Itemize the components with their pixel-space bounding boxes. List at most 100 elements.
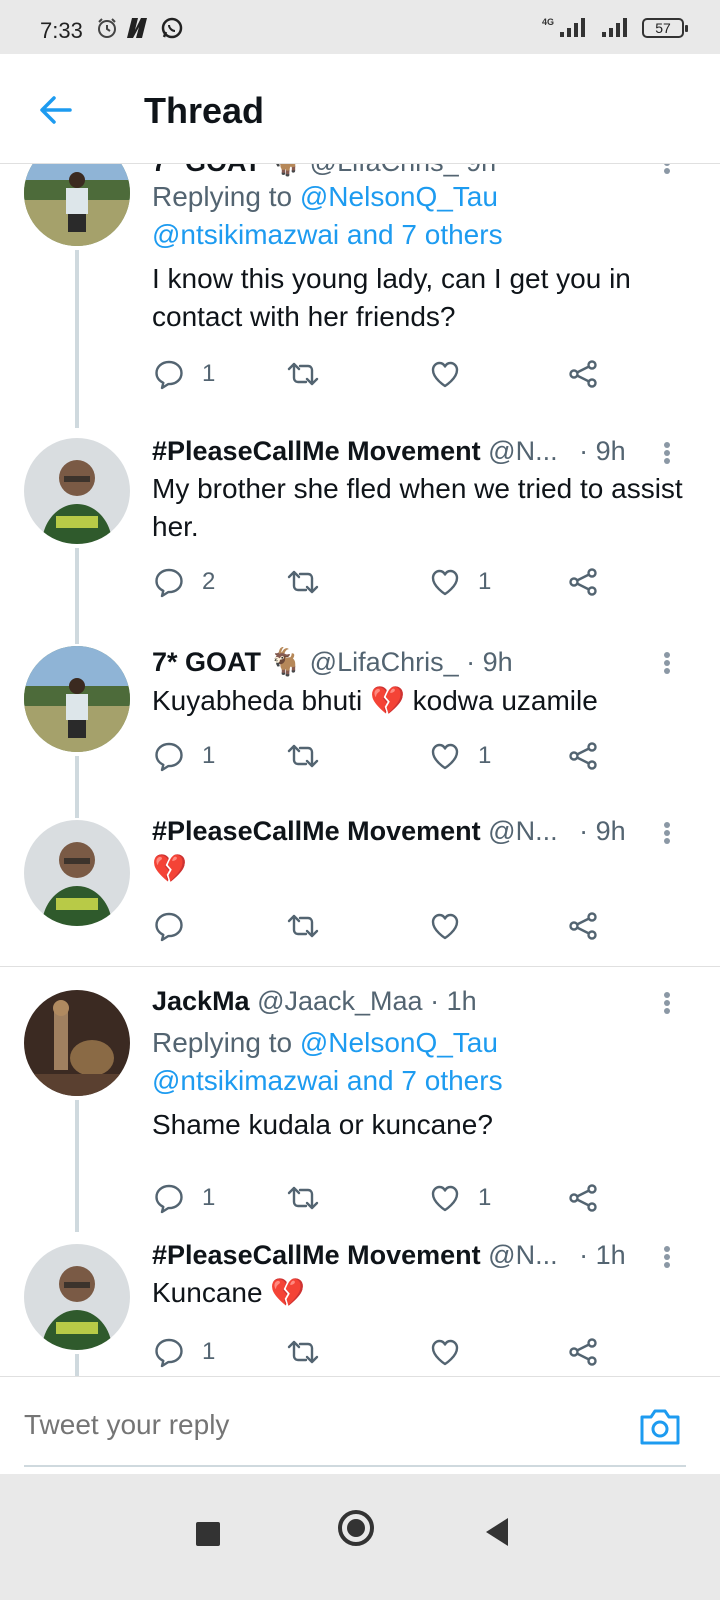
replying-to: Replying to @NelsonQ_Tau @ntsikimazwai a… bbox=[152, 178, 503, 254]
avatar[interactable] bbox=[24, 990, 130, 1096]
thread-list[interactable]: 7* GOAT 🐐 @LifaChris_ 9h Replying to @Ne… bbox=[0, 164, 720, 1376]
reply-button[interactable]: 1 bbox=[152, 354, 215, 394]
avatar[interactable] bbox=[24, 1244, 130, 1350]
display-name[interactable]: #PleaseCallMe Movement bbox=[152, 1240, 481, 1270]
mention-others-link[interactable]: @ntsikimazwai and 7 others bbox=[152, 1065, 503, 1096]
user-handle[interactable]: @N... bbox=[488, 436, 557, 466]
like-button[interactable] bbox=[428, 906, 462, 946]
retweet-button[interactable] bbox=[286, 906, 320, 946]
display-name[interactable]: #PleaseCallMe Movement bbox=[152, 436, 481, 466]
retweet-button[interactable] bbox=[286, 736, 320, 776]
netflix-n-icon bbox=[127, 18, 147, 38]
reply-input[interactable] bbox=[24, 1405, 584, 1445]
more-options-icon[interactable] bbox=[660, 818, 674, 848]
mention-link[interactable]: @NelsonQ_Tau bbox=[300, 181, 498, 212]
more-options-icon[interactable] bbox=[660, 1242, 674, 1272]
reply-bar bbox=[0, 1376, 720, 1474]
reply-button[interactable] bbox=[152, 906, 186, 946]
like-count: 1 bbox=[478, 1184, 492, 1211]
retweet-button[interactable] bbox=[286, 354, 320, 394]
display-name[interactable]: #PleaseCallMe Movement bbox=[152, 816, 481, 846]
broken-heart-emoji: 💔 bbox=[369, 685, 405, 716]
like-button[interactable]: 1 bbox=[428, 562, 491, 602]
comment-icon bbox=[155, 742, 183, 772]
thread-connector bbox=[75, 756, 79, 818]
thread-connector bbox=[75, 250, 79, 428]
display-name[interactable]: JackMa bbox=[152, 986, 250, 1016]
back-button[interactable] bbox=[36, 90, 76, 130]
share-button[interactable] bbox=[566, 906, 600, 946]
mention-others-link[interactable]: @ntsikimazwai and 7 others bbox=[152, 219, 503, 250]
goat-emoji: 🐐 bbox=[268, 647, 303, 677]
tweet-actions: 1 bbox=[152, 1332, 622, 1372]
reply-button[interactable]: 1 bbox=[152, 736, 215, 776]
heart-icon bbox=[431, 1339, 459, 1366]
reply-button[interactable]: 2 bbox=[152, 562, 215, 602]
page-title: Thread bbox=[144, 90, 265, 131]
status-time: 7:33 bbox=[40, 18, 83, 43]
avatar[interactable] bbox=[24, 820, 130, 926]
share-button[interactable] bbox=[566, 1332, 600, 1372]
tweet-header: JackMa @Jaack_Maa · 1h bbox=[152, 986, 477, 1017]
reply-count: 1 bbox=[202, 742, 216, 769]
system-nav-bar bbox=[0, 1474, 720, 1600]
share-button[interactable] bbox=[566, 354, 600, 394]
user-handle[interactable]: @Jaack_Maa bbox=[257, 986, 422, 1016]
like-button[interactable] bbox=[428, 354, 462, 394]
recents-button[interactable] bbox=[196, 1522, 220, 1546]
share-button[interactable] bbox=[566, 736, 600, 776]
tweet-time: · 1h bbox=[579, 1240, 626, 1270]
like-button[interactable]: 1 bbox=[428, 1178, 491, 1218]
share-button[interactable] bbox=[566, 1178, 600, 1218]
more-options-icon[interactable] bbox=[660, 648, 674, 678]
avatar[interactable] bbox=[24, 438, 130, 544]
battery-level: 57 bbox=[655, 20, 671, 36]
comment-icon bbox=[155, 912, 183, 942]
reply-button[interactable]: 1 bbox=[152, 1332, 215, 1372]
retweet-button[interactable] bbox=[286, 1178, 320, 1218]
more-options-icon[interactable] bbox=[660, 988, 674, 1018]
back-nav-button[interactable] bbox=[486, 1518, 508, 1546]
display-name[interactable]: 7* GOAT bbox=[152, 164, 261, 177]
avatar-photo-icon bbox=[24, 820, 130, 926]
home-button[interactable] bbox=[338, 1510, 374, 1546]
broken-heart-emoji: 💔 bbox=[152, 853, 187, 884]
user-handle[interactable]: @LifaChris_ bbox=[310, 647, 459, 677]
more-options-icon[interactable] bbox=[660, 164, 674, 178]
retweet-icon bbox=[287, 570, 319, 594]
user-handle[interactable]: @N... bbox=[488, 816, 557, 846]
avatar[interactable] bbox=[24, 164, 130, 246]
tweet-time: 9h bbox=[466, 164, 496, 177]
share-icon bbox=[569, 568, 597, 596]
replying-prefix: Replying to bbox=[152, 1027, 300, 1058]
battery-icon: 57 bbox=[642, 18, 688, 38]
like-button[interactable] bbox=[428, 1332, 462, 1372]
share-icon bbox=[569, 1338, 597, 1366]
heart-icon bbox=[431, 569, 459, 596]
tweet-time: · 1h bbox=[430, 986, 477, 1016]
retweet-icon bbox=[287, 1340, 319, 1364]
retweet-button[interactable] bbox=[286, 562, 320, 602]
tweet-time: · 9h bbox=[579, 816, 626, 846]
display-name[interactable]: 7* GOAT bbox=[152, 647, 261, 677]
user-handle[interactable]: @N... bbox=[488, 1240, 557, 1270]
heart-icon bbox=[431, 913, 459, 940]
user-handle[interactable]: @LifaChris_ bbox=[310, 164, 459, 177]
share-button[interactable] bbox=[566, 562, 600, 602]
more-options-icon[interactable] bbox=[660, 438, 674, 468]
status-right: 4G 57 bbox=[542, 17, 688, 39]
thread-connector bbox=[75, 1354, 79, 1376]
tweet-header: 7* GOAT 🐐 @LifaChris_ 9h bbox=[152, 164, 496, 178]
avatar[interactable] bbox=[24, 646, 130, 752]
goat-emoji: 🐐 bbox=[269, 164, 303, 177]
reply-button[interactable]: 1 bbox=[152, 1178, 215, 1218]
comment-icon bbox=[155, 1184, 183, 1214]
mention-link[interactable]: @NelsonQ_Tau bbox=[300, 1027, 498, 1058]
retweet-icon bbox=[287, 744, 319, 768]
retweet-button[interactable] bbox=[286, 1332, 320, 1372]
share-icon bbox=[569, 1184, 597, 1212]
like-button[interactable]: 1 bbox=[428, 736, 491, 776]
signal-icon-2 bbox=[602, 18, 627, 37]
camera-button[interactable] bbox=[638, 1407, 682, 1447]
retweet-icon bbox=[287, 362, 319, 386]
